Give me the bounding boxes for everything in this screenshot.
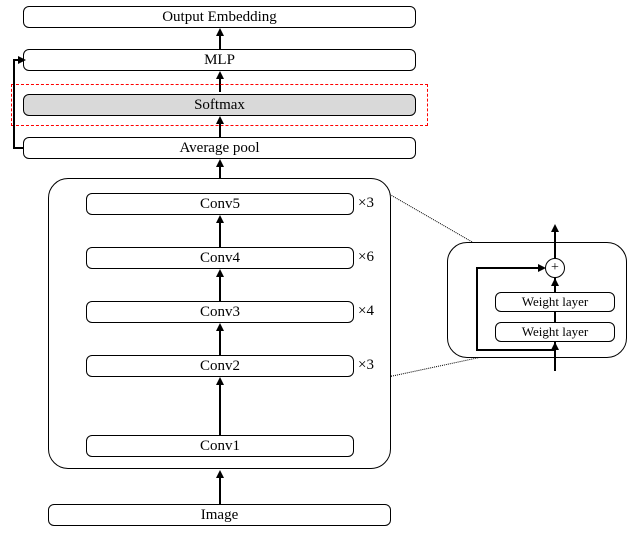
res-skip-h-bot — [477, 349, 555, 351]
weight-layer-bottom-label: Weight layer — [522, 324, 588, 340]
softmax-label: Softmax — [194, 97, 245, 114]
arrow-c1-c2 — [219, 383, 221, 435]
arrowhead-image-backbone — [216, 470, 224, 478]
arrowhead-softmax-mlp — [216, 71, 224, 79]
conv2-label: Conv2 — [200, 358, 240, 375]
conv5-label: Conv5 — [200, 196, 240, 213]
arrow-avgpool-softmax — [219, 122, 221, 137]
image-block: Image — [48, 504, 391, 526]
weight-layer-bottom: Weight layer — [495, 322, 615, 342]
arrow-plus-out — [554, 244, 556, 258]
arrow-mlp-output — [219, 34, 221, 49]
dotted-top — [390, 194, 481, 247]
res-skip-h-top — [476, 267, 538, 269]
arrowhead-wltop-plus — [551, 278, 559, 286]
conv3-label: Conv3 — [200, 304, 240, 321]
mlp-label: MLP — [204, 52, 235, 69]
conv5-mult: ×3 — [358, 195, 374, 212]
avgpool-label: Average pool — [179, 140, 259, 157]
arrowhead-c2-c3 — [216, 323, 224, 331]
arrow-c2-c3 — [219, 329, 221, 355]
res-skip-v — [476, 267, 478, 351]
image-label: Image — [201, 507, 238, 524]
plus-symbol: + — [551, 260, 559, 276]
arrowhead-avgpool-softmax — [216, 116, 224, 124]
res-skip-arrowhead — [538, 264, 546, 272]
arrow-c4-c5 — [219, 221, 221, 247]
skip-arrowhead — [18, 56, 26, 64]
conv2-mult: ×3 — [358, 357, 374, 374]
weight-layer-top-label: Weight layer — [522, 294, 588, 310]
output-embedding-label: Output Embedding — [162, 9, 277, 26]
arrowhead-c4-c5 — [216, 215, 224, 223]
conv2-block: Conv2 — [86, 355, 354, 377]
conv4-label: Conv4 — [200, 250, 240, 267]
conv3-mult: ×4 — [358, 303, 374, 320]
arrowhead-c3-c4 — [216, 269, 224, 277]
arrow-wlbot-wltop — [554, 312, 556, 322]
conv4-block: Conv4 — [86, 247, 354, 269]
conv1-block: Conv1 — [86, 435, 354, 457]
arrow-res-out — [554, 230, 556, 244]
avgpool-block: Average pool — [23, 137, 416, 159]
arrowhead-res-out — [551, 224, 559, 232]
conv3-block: Conv3 — [86, 301, 354, 323]
arrow-c3-c4 — [219, 275, 221, 301]
weight-layer-top: Weight layer — [495, 292, 615, 312]
arrowhead-c1-c2 — [216, 377, 224, 385]
dotted-bottom — [390, 355, 488, 377]
output-embedding-block: Output Embedding — [23, 6, 416, 28]
plus-circle: + — [545, 258, 565, 278]
softmax-block: Softmax — [23, 94, 416, 116]
mlp-block: MLP — [23, 49, 416, 71]
arrow-image-backbone — [219, 476, 221, 504]
skip-h-bottom — [14, 147, 23, 149]
arrowhead-mlp-output — [216, 28, 224, 36]
skip-v — [13, 59, 15, 149]
conv5-block: Conv5 — [86, 193, 354, 215]
arrowhead-backbone-avgpool — [216, 159, 224, 167]
conv1-label: Conv1 — [200, 438, 240, 455]
conv4-mult: ×6 — [358, 249, 374, 266]
